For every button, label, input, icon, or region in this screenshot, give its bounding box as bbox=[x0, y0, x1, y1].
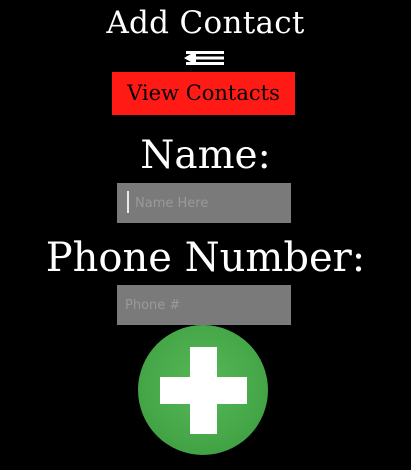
phone-number-label: Phone Number: bbox=[45, 235, 366, 281]
page-title: Add Contact bbox=[106, 5, 305, 41]
text-cursor bbox=[127, 191, 129, 213]
add-contact-button[interactable] bbox=[138, 325, 268, 455]
name-input[interactable] bbox=[117, 183, 291, 223]
name-label: Name: bbox=[140, 133, 271, 178]
phone-input[interactable] bbox=[117, 285, 291, 325]
back-arrow-icon[interactable] bbox=[182, 48, 226, 68]
view-contacts-button[interactable]: View Contacts bbox=[112, 72, 295, 115]
plus-icon bbox=[160, 347, 247, 434]
